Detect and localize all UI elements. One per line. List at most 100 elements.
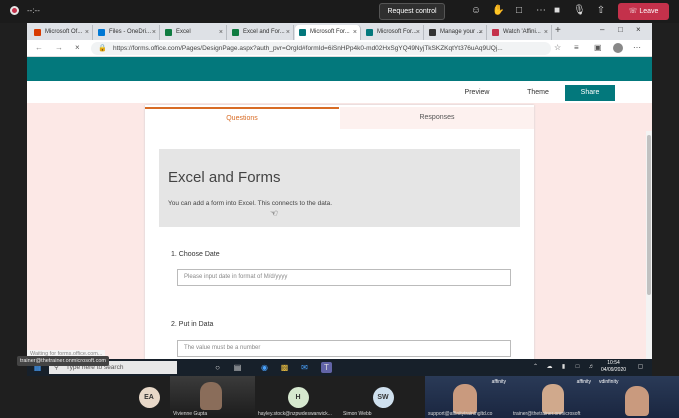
browser-tab-active[interactable]: Microsoft For... ×	[295, 25, 361, 40]
onedrive-icon	[98, 29, 105, 36]
address-bar-row: ← → × 🔒 https://forms.office.com/Pages/De…	[27, 40, 652, 57]
date-input[interactable]: Please input date in format of M/d/yyyy	[177, 269, 511, 286]
stop-icon[interactable]: ×	[75, 43, 80, 52]
browser-tab[interactable]: Files - OneDri... ×	[94, 25, 160, 40]
volume-icon[interactable]: ♬	[586, 362, 597, 373]
tab-label: Manage your ...	[440, 29, 482, 35]
brand-logo: affinity	[491, 379, 506, 385]
favorite-star-icon[interactable]: ☆	[554, 43, 561, 52]
participant-name: Vivienne Gupta	[173, 411, 208, 417]
tab-questions[interactable]: Questions	[145, 107, 339, 129]
form-title[interactable]: Excel and Forms	[168, 169, 281, 186]
participant-video-tile[interactable]: Vivienne Gupta	[170, 376, 255, 418]
task-view-icon[interactable]: ▤	[232, 362, 243, 373]
people-icon[interactable]: ☺	[470, 5, 482, 17]
form-header[interactable]	[159, 149, 520, 227]
mic-icon[interactable]: 🎙	[573, 5, 586, 17]
close-icon[interactable]: ×	[85, 25, 89, 40]
more-icon[interactable]: ⋯	[535, 5, 547, 17]
leave-label: Leave	[639, 8, 659, 15]
more-icon[interactable]: ⋯	[633, 43, 641, 52]
new-tab-button[interactable]: +	[555, 25, 561, 36]
participant-video	[542, 384, 564, 414]
window-controls[interactable]: – □ ×	[592, 23, 652, 40]
maximize-icon[interactable]: □	[618, 25, 623, 34]
request-control-button[interactable]: Request control	[379, 3, 445, 20]
minimize-icon[interactable]: –	[600, 25, 604, 34]
scrollbar[interactable]	[646, 131, 652, 360]
question-1-label[interactable]: 1. Choose Date	[171, 251, 220, 258]
browser-tab[interactable]: Manage your ... ×	[425, 25, 487, 40]
office-icon	[34, 29, 41, 36]
notifications-icon[interactable]: ▢	[635, 362, 646, 373]
browser-tab-strip: Microsoft Of... × Files - OneDri... × Exce…	[27, 23, 652, 40]
participant-tile[interactable]: H hayley.stock@nzpwdeswarwick...	[255, 376, 340, 418]
shared-screen: Microsoft Of... × Files - OneDri... × Exce…	[27, 23, 652, 360]
browser-tab[interactable]: Excel ×	[161, 25, 227, 40]
avatar: SW	[372, 387, 394, 408]
browser-tab[interactable]: Microsoft Of... ×	[30, 25, 93, 40]
participant-video-tile[interactable]: vdinfinity	[595, 376, 679, 418]
browser-tab[interactable]: Microsoft For... ×	[362, 25, 424, 40]
scrollbar-thumb[interactable]	[647, 135, 651, 295]
forms-header-band	[27, 57, 652, 81]
close-icon[interactable]: ×	[353, 25, 357, 40]
forward-icon[interactable]: →	[55, 43, 63, 52]
theme-button[interactable]: Theme	[513, 85, 563, 101]
taskbar-clock[interactable]: 10:54 04/09/2020	[601, 360, 626, 374]
close-window-icon[interactable]: ×	[636, 25, 641, 34]
tab-label: Microsoft For...	[310, 29, 350, 35]
camera-icon[interactable]: ■	[551, 5, 563, 17]
mail-icon[interactable]: ✉	[299, 362, 310, 373]
brand-logo: vdinfinity	[599, 379, 619, 385]
excel-icon	[165, 29, 172, 36]
edge-icon[interactable]: ◉	[259, 362, 270, 373]
preview-button[interactable]: Preview	[451, 85, 503, 101]
close-icon[interactable]: ×	[152, 25, 156, 40]
participant-name: Simon Webb	[343, 411, 372, 417]
participant-video-tile[interactable]: affinity support@affinitytrainingltd.co	[425, 376, 510, 418]
cloud-icon[interactable]: ☁	[544, 362, 555, 373]
windows-taskbar: ▦ ⚲ Type here to search ○ ▤ ◉ ▩ ✉ T ⌃ ☁ ▮…	[27, 359, 652, 376]
chat-icon[interactable]: □	[513, 5, 525, 17]
favorites-icon[interactable]: ≡	[574, 43, 579, 52]
tab-label: Watch 'Affini...	[503, 29, 541, 35]
browser-tab[interactable]: Excel and For... ×	[228, 25, 294, 40]
question-2-label[interactable]: 2. Put in Data	[171, 321, 213, 328]
avatar: H	[287, 387, 309, 408]
network-icon[interactable]: □	[572, 362, 583, 373]
github-icon	[429, 29, 436, 36]
number-input[interactable]: The value must be a number	[177, 340, 511, 357]
participant-video-tile[interactable]: affinity trainer@thetrainer.onmicrosoft	[510, 376, 595, 418]
share-icon[interactable]: ⇧	[595, 5, 607, 17]
file-explorer-icon[interactable]: ▩	[279, 362, 290, 373]
form-description[interactable]: You can add a form into Excel. This conn…	[168, 200, 332, 207]
raise-hand-icon[interactable]: ✋	[492, 5, 504, 17]
collections-icon[interactable]: ▣	[594, 43, 602, 52]
back-icon[interactable]: ←	[35, 43, 43, 52]
profile-avatar[interactable]	[613, 43, 623, 53]
cursor-icon: ☜	[270, 208, 279, 218]
battery-icon[interactable]: ▮	[558, 362, 569, 373]
share-button[interactable]: Share	[565, 85, 615, 101]
url-text: https://forms.office.com/Pages/DesignPag…	[113, 45, 503, 52]
close-icon[interactable]: ×	[286, 25, 290, 40]
tray-chevron-icon[interactable]: ⌃	[530, 362, 541, 373]
close-icon[interactable]: ×	[544, 25, 548, 40]
tab-responses[interactable]: Responses	[340, 107, 534, 129]
leave-button[interactable]: ☏ Leave	[618, 3, 669, 20]
teams-icon[interactable]: T	[321, 362, 332, 373]
participant-tile[interactable]: SW Simon Webb	[340, 376, 425, 418]
close-icon[interactable]: ×	[416, 25, 420, 40]
tab-label: Microsoft For...	[377, 29, 417, 35]
cortana-icon[interactable]: ○	[212, 362, 223, 373]
tab-label: Excel	[176, 29, 191, 35]
recording-icon	[10, 6, 19, 15]
close-icon[interactable]: ×	[219, 25, 223, 40]
clock-time: 10:54	[607, 360, 620, 366]
url-field[interactable]: 🔒 https://forms.office.com/Pages/DesignPa…	[91, 42, 551, 55]
browser-tab[interactable]: Watch 'Affini... ×	[488, 25, 552, 40]
close-icon[interactable]: ×	[479, 25, 483, 40]
tab-label: Files - OneDri...	[109, 29, 152, 35]
brand-logo: affinity	[576, 379, 591, 385]
